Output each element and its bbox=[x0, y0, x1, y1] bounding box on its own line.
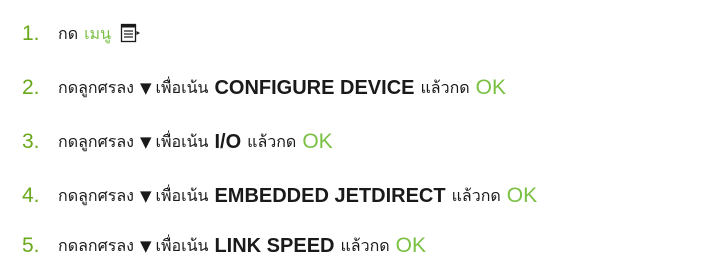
menu-button-label: เมนู bbox=[84, 24, 112, 43]
down-arrow-icon: ▼ bbox=[139, 237, 152, 255]
menu-item-name: CONFIGURE DEVICE bbox=[214, 77, 415, 99]
press-arrow-label: กดลูกศรลง bbox=[58, 78, 134, 97]
ok-button-label: OK bbox=[395, 234, 427, 257]
ok-button-label: OK bbox=[475, 76, 507, 99]
press-label: กด bbox=[58, 24, 79, 43]
press-arrow-label: กดลกศรลง bbox=[58, 236, 134, 255]
press-arrow-label: กดลูกศรลง bbox=[58, 186, 134, 205]
down-arrow-icon: ▼ bbox=[139, 187, 152, 205]
highlight-label: เพื่อเน้น bbox=[155, 236, 209, 255]
step-text: กดลูกศรลง ▼ เพื่อเน้น CONFIGURE DEVICE แ… bbox=[58, 71, 506, 105]
then-press-label: แล้วกด bbox=[451, 186, 501, 205]
then-press-label: แล้วกด bbox=[247, 132, 297, 151]
menu-icon bbox=[119, 22, 141, 44]
ok-button-label: OK bbox=[506, 184, 538, 207]
step-number: 3. bbox=[22, 130, 40, 153]
step-number: 5. bbox=[22, 234, 40, 257]
step-text: กดลูกศรลง ▼ เพื่อเน้น EMBEDDED JETDIRECT… bbox=[58, 179, 537, 213]
down-arrow-icon: ▼ bbox=[139, 133, 152, 151]
step-number: 4. bbox=[22, 184, 40, 207]
step-text: กดลูกศรลง ▼ เพื่อเน้น I/O แล้วกด OK bbox=[58, 125, 333, 159]
highlight-label: เพื่อเน้น bbox=[155, 78, 209, 97]
ok-button-label: OK bbox=[302, 130, 333, 153]
step-number: 1. bbox=[22, 22, 40, 45]
menu-item-name: I/O bbox=[214, 131, 242, 153]
down-arrow-icon: ▼ bbox=[139, 79, 152, 97]
then-press-label: แล้วกด bbox=[420, 78, 470, 97]
step-number: 2. bbox=[22, 76, 40, 99]
instruction-steps: 1. กด เมนู 2. กดลูกศรลง ▼ เพื่อเน้น CONF… bbox=[0, 0, 728, 267]
highlight-label: เพื่อเน้น bbox=[155, 186, 209, 205]
step-text: กด เมนู bbox=[58, 17, 141, 51]
step-text: กดลกศรลง ▼ เพื่อเน้น LINK SPEED แล้วกด O… bbox=[58, 229, 426, 263]
press-arrow-label: กดลูกศรลง bbox=[58, 132, 134, 151]
highlight-label: เพื่อเน้น bbox=[155, 132, 209, 151]
menu-item-name: EMBEDDED JETDIRECT bbox=[214, 185, 446, 207]
then-press-label: แล้วกด bbox=[340, 236, 390, 255]
menu-item-name: LINK SPEED bbox=[214, 235, 335, 257]
